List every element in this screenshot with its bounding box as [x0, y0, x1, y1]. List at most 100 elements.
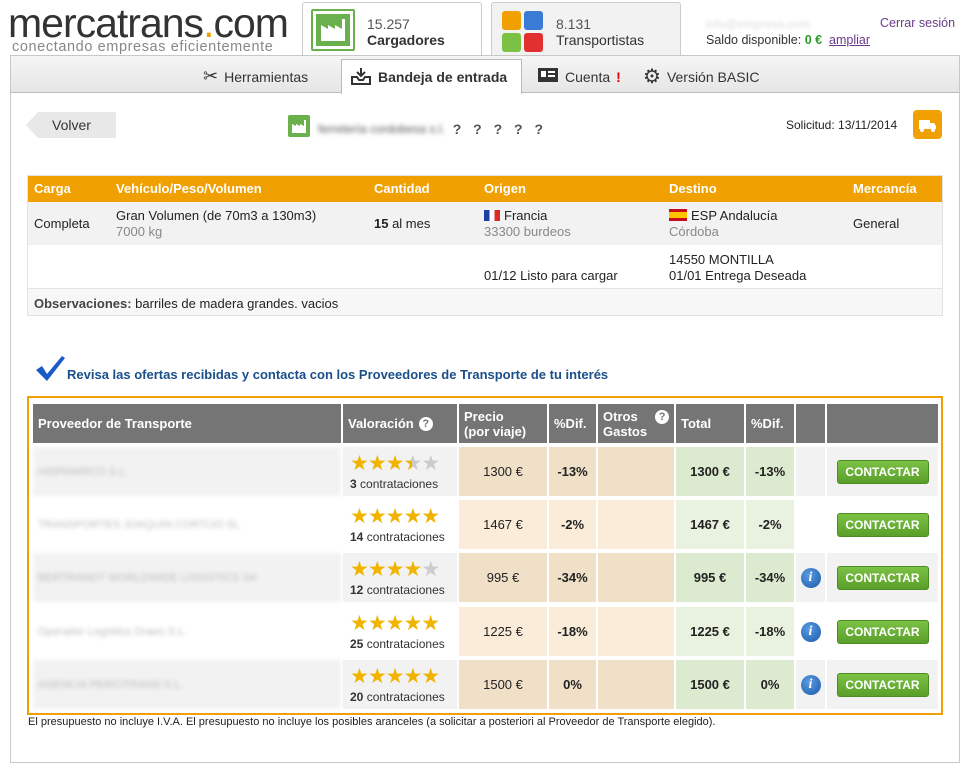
dif-cell: -18%	[549, 607, 596, 656]
rating-stars: ★★★★★ 20 contrataciones	[343, 660, 457, 709]
subtab-herramientas[interactable]: ✂ Herramientas	[195, 60, 316, 93]
info-cell	[796, 500, 825, 549]
subtab-cuenta[interactable]: Cuenta!	[529, 60, 629, 93]
rating-stars: ★★★★★ 25 contrataciones	[343, 607, 457, 656]
total-dif-cell: -18%	[746, 607, 794, 656]
otros-gastos-cell	[598, 447, 674, 496]
info-cell: i	[796, 607, 825, 656]
info-cell	[796, 447, 825, 496]
col-dif2: %Dif.	[746, 404, 794, 443]
rating-stars: ★★★★★ 3 contrataciones	[343, 447, 457, 496]
company-header: ferretería cordobesa s.l. ? ? ? ? ?	[288, 115, 547, 142]
provider-name: AGENCIA PERCITRANS S.L.	[33, 660, 341, 709]
tagline: conectando empresas eficientemente	[12, 39, 274, 55]
truck-icon	[915, 112, 940, 137]
total-dif-cell: -13%	[746, 447, 794, 496]
contactar-button[interactable]: CONTACTAR	[836, 672, 929, 697]
gear-icon: ⚙	[643, 66, 661, 88]
total-cell: 1225 €	[676, 607, 744, 656]
total-dif-cell: -2%	[746, 500, 794, 549]
col-total: Total	[676, 404, 744, 443]
load-row-dates: 01/12 Listo para cargar 14550 MONTILLA 0…	[28, 245, 942, 288]
user-email: info@empresa.com	[706, 17, 811, 31]
request-date: Solicitud: 13/11/2014	[786, 118, 898, 132]
col-action	[827, 404, 938, 443]
info-cell: i	[796, 553, 825, 602]
contactar-button[interactable]: CONTACTAR	[836, 459, 929, 484]
price-cell: 1300 €	[459, 447, 547, 496]
price-cell: 1225 €	[459, 607, 547, 656]
alert-mark: !	[616, 68, 621, 85]
col-valoracion: Valoración ?	[343, 404, 457, 443]
dif-cell: -13%	[549, 447, 596, 496]
observations: Observaciones: barriles de madera grande…	[28, 288, 942, 315]
col-info	[796, 404, 825, 443]
provider-name: Operador Logístico Draeo S.L.	[33, 607, 341, 656]
subtab-bandeja[interactable]: Bandeja de entrada	[341, 59, 522, 94]
truck-button[interactable]	[913, 110, 942, 139]
id-card-icon	[537, 67, 559, 86]
load-table-header: Carga Vehículo/Peso/Volumen Cantidad Ori…	[28, 176, 942, 202]
footnote: El presupuesto no incluye I.V.A. El pres…	[28, 716, 716, 728]
contact-cell: CONTACTAR	[827, 553, 938, 602]
factory-icon	[288, 115, 310, 142]
origin-country: Francia	[484, 208, 547, 223]
contact-cell: CONTACTAR	[827, 500, 938, 549]
info-cell: i	[796, 660, 825, 709]
otros-gastos-cell	[598, 500, 674, 549]
provider-name: BERTRANDT WORLDWIDE LOGISTICS SA	[33, 553, 341, 602]
logout-link[interactable]: Cerrar sesión	[880, 16, 955, 30]
col-precio: Precio (por viaje)	[459, 404, 547, 443]
transport-modes-icon	[502, 11, 544, 53]
ampliar-link[interactable]: ampliar	[829, 33, 870, 47]
provider-name: HISPANIRCO S.L.	[33, 447, 341, 496]
back-button[interactable]: Volver	[26, 112, 116, 138]
info-icon[interactable]: i	[800, 674, 821, 695]
price-cell: 1467 €	[459, 500, 547, 549]
otros-gastos-cell	[598, 553, 674, 602]
rating-stars: ★★★★★ 14 contrataciones	[343, 500, 457, 549]
checkmark-icon	[36, 356, 65, 381]
otros-gastos-cell	[598, 660, 674, 709]
help-icon[interactable]: ?	[655, 410, 670, 424]
company-rating: ? ? ? ? ?	[452, 120, 548, 137]
contact-cell: CONTACTAR	[827, 660, 938, 709]
dif-cell: -2%	[549, 500, 596, 549]
load-details-table: Carga Vehículo/Peso/Volumen Cantidad Ori…	[27, 175, 943, 316]
dif-cell: -34%	[549, 553, 596, 602]
otros-gastos-cell	[598, 607, 674, 656]
load-row: Completa Gran Volumen (de 70m3 a 130m3) …	[28, 202, 942, 245]
contactar-button[interactable]: CONTACTAR	[836, 565, 929, 590]
balance: Saldo disponible: 0 € ampliar	[706, 33, 871, 47]
price-cell: 1500 €	[459, 660, 547, 709]
contactar-button[interactable]: CONTACTAR	[836, 512, 929, 537]
col-otros: Otros Gastos ?	[598, 404, 674, 443]
total-dif-cell: 0%	[746, 660, 794, 709]
info-icon[interactable]: i	[800, 567, 821, 588]
total-cell: 1467 €	[676, 500, 744, 549]
subtab-version[interactable]: ⚙ Versión BASIC	[635, 60, 768, 93]
inbox-icon	[350, 66, 372, 89]
col-proveedor: Proveedor de Transporte	[33, 404, 341, 443]
price-cell: 995 €	[459, 553, 547, 602]
help-icon[interactable]: ?	[418, 416, 433, 431]
provider-name: TRANSPORTES JOAQUIN CORTIJO SL	[33, 500, 341, 549]
contact-cell: CONTACTAR	[827, 447, 938, 496]
info-icon[interactable]: i	[800, 621, 821, 642]
offers-title: Revisa las ofertas recibidas y contacta …	[67, 367, 609, 382]
rating-stars: ★★★★★ 12 contrataciones	[343, 553, 457, 602]
tab-transportistas[interactable]: 8.131 Transportistas	[491, 2, 681, 55]
contactar-button[interactable]: CONTACTAR	[836, 619, 929, 644]
factory-icon	[311, 9, 355, 51]
total-dif-cell: -34%	[746, 553, 794, 602]
total-cell: 1500 €	[676, 660, 744, 709]
spain-flag-icon	[669, 209, 687, 221]
subnav: ✂ Herramientas Bandeja de entrada Cuenta…	[11, 56, 959, 94]
company-name: ferretería cordobesa s.l.	[318, 121, 445, 136]
mercatrans-logo[interactable]: mercatrans.com conectando empresas efici…	[8, 3, 298, 55]
contact-cell: CONTACTAR	[827, 607, 938, 656]
dif-cell: 0%	[549, 660, 596, 709]
tools-icon: ✂	[203, 66, 219, 86]
tab-cargadores[interactable]: 15.257 Cargadores	[302, 2, 482, 55]
total-cell: 995 €	[676, 553, 744, 602]
